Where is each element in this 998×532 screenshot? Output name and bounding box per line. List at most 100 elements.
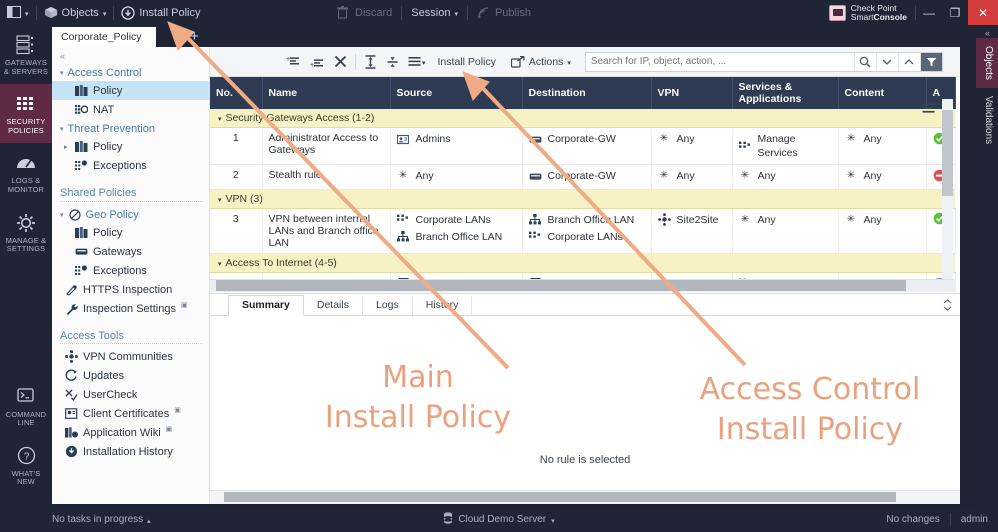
table-section-row[interactable]: ▾ Access To Internet (4-5): [210, 253, 955, 273]
sidebar-label-whats-new: WHAT'S NEW: [11, 468, 41, 487]
svg-text:?: ?: [23, 452, 29, 463]
tree-item-installation-history[interactable]: Installation History: [52, 442, 209, 461]
discard-button[interactable]: Discard: [330, 0, 399, 25]
database-icon: [443, 512, 453, 527]
table-row[interactable]: 2 Stealth rule ✳ Any Corporate-GW ✳ Any ✳ A…: [210, 164, 956, 190]
column-header-no[interactable]: No.: [210, 77, 263, 109]
delete-rule-button[interactable]: [330, 51, 351, 73]
tree-group-threat-prevention[interactable]: ▾ Threat Prevention: [52, 119, 209, 137]
add-tab-button[interactable]: +: [190, 28, 199, 45]
column-header-services-applications[interactable]: Services & Applications: [732, 77, 839, 109]
objects-menu-button[interactable]: Objects ▾: [37, 0, 114, 25]
tab-history[interactable]: History: [413, 296, 473, 315]
search-input[interactable]: [585, 52, 854, 71]
tab-details[interactable]: Details: [304, 296, 363, 315]
sidebar-item-logs-monitor[interactable]: LOGS & MONITOR: [0, 143, 52, 202]
table-vertical-scrollbar-thumb[interactable]: [942, 110, 953, 196]
session-label: Session: [411, 6, 451, 19]
tree-collapse-button[interactable]: ‹‹: [52, 47, 209, 63]
tree-label-access-control-policy: Policy: [93, 84, 123, 97]
install-policy-icon: [121, 5, 135, 20]
tree-group-access-control[interactable]: ▾ Access Control: [52, 63, 209, 81]
section-collapse-icon[interactable]: ▾: [218, 197, 222, 204]
left-rail-bottom: COMMAND LINE ? WHAT'S NEW: [0, 377, 52, 495]
search-next-button[interactable]: [897, 52, 920, 71]
tree-item-application-wiki[interactable]: Application Wiki ▣: [52, 423, 209, 442]
column-header-source[interactable]: Source: [390, 77, 523, 109]
column-options-icon[interactable]: [922, 103, 936, 117]
tree-item-usercheck[interactable]: UserCheck: [52, 385, 209, 404]
search-button[interactable]: [853, 52, 876, 71]
tree-item-geo-policy-exceptions[interactable]: Exceptions: [52, 261, 209, 280]
tab-corporate-policy[interactable]: Corporate_Policy: [52, 27, 156, 47]
sidebar-item-command-line[interactable]: COMMAND LINE: [0, 377, 52, 436]
minimize-button[interactable]: —: [916, 0, 942, 25]
collapse-all-button[interactable]: [382, 51, 403, 73]
status-server[interactable]: Cloud Demo Server ▾: [0, 512, 998, 527]
tree-item-geo-policy-gateways[interactable]: Gateways: [52, 242, 209, 261]
sidebar-item-whats-new[interactable]: ? WHAT'S NEW: [0, 436, 52, 495]
main-horizontal-scrollbar-thumb[interactable]: [224, 492, 896, 502]
publish-button[interactable]: Publish: [470, 0, 538, 25]
objects-menu-caret: ▾: [102, 10, 107, 18]
discard-label: Discard: [355, 6, 393, 19]
table-horizontal-scrollbar-thumb[interactable]: [216, 280, 906, 291]
tree-item-https-inspection[interactable]: HTTPS Inspection: [52, 280, 209, 299]
nat-icon: [74, 103, 88, 116]
cell-source-label-2: Branch Office LAN: [415, 230, 503, 243]
column-header-content[interactable]: Content: [838, 77, 927, 109]
tree-item-updates[interactable]: Updates: [52, 366, 209, 385]
pane-expand-button[interactable]: [943, 299, 960, 315]
chevron-right-icon[interactable]: ▸: [64, 143, 68, 151]
right-tab-objects[interactable]: Objects: [976, 38, 998, 88]
actions-button[interactable]: Actions ▾: [504, 51, 578, 73]
table-section-row[interactable]: ▾ VPN (3): [210, 189, 955, 209]
gateway-icon: [74, 245, 88, 258]
tab-logs[interactable]: Logs: [363, 296, 413, 315]
search-prev-button[interactable]: [875, 52, 898, 71]
search-filter-button[interactable]: [919, 52, 942, 71]
table-row[interactable]: 3 VPN between internal LANs and Branch o…: [210, 208, 956, 254]
add-rule-below-button[interactable]: +: [306, 51, 329, 73]
any-icon: ✳: [659, 133, 669, 144]
expand-all-button[interactable]: [360, 51, 381, 73]
tab-summary[interactable]: Summary: [228, 295, 304, 316]
table-row[interactable]: 1 Administrator Access to Gateways Admin…: [210, 127, 956, 165]
close-button[interactable]: ✕: [968, 0, 998, 25]
section-collapse-icon[interactable]: ▾: [218, 261, 222, 268]
restore-button[interactable]: ❐: [942, 0, 968, 25]
objects-cube-icon: [44, 6, 58, 20]
right-tab-validations[interactable]: Validations: [976, 88, 998, 152]
column-header-destination[interactable]: Destination: [522, 77, 652, 109]
tree-group-geo-policy[interactable]: ▾ Geo Policy: [52, 204, 209, 223]
product-logo: Check Point SmartConsole: [828, 3, 915, 22]
column-header-name[interactable]: Name: [262, 77, 391, 109]
tree-item-inspection-settings[interactable]: Inspection Settings ▣: [52, 299, 209, 318]
sidebar-label-security-policies: SECURITY POLICIES: [6, 117, 46, 135]
sidebar-item-manage-settings[interactable]: MANAGE & SETTINGS: [0, 203, 52, 262]
window-layout-button[interactable]: ▾: [0, 0, 36, 25]
sidebar-item-gateways-servers[interactable]: GATEWAYS & SERVERS: [0, 25, 52, 84]
tree-item-geo-policy-policy[interactable]: Policy: [52, 223, 209, 242]
cell-destination-label: Corporate-GW: [547, 133, 616, 145]
table-section-row[interactable]: ▾ Security Gateways Access (1-2): [210, 109, 955, 128]
sidebar-item-security-policies[interactable]: SECURITY POLICIES: [0, 84, 52, 144]
section-title: VPN (3): [225, 192, 263, 205]
install-policy-menu-button[interactable]: Install Policy: [114, 0, 207, 25]
tree-item-client-certificates[interactable]: Client Certificates ▣: [52, 404, 209, 423]
tree-item-vpn-communities[interactable]: VPN Communities: [52, 347, 209, 366]
section-collapse-icon[interactable]: ▾: [218, 116, 222, 123]
add-rule-above-button[interactable]: +: [282, 51, 305, 73]
rule-options-button[interactable]: ▾: [404, 51, 430, 73]
section-header-vpn[interactable]: ▾ VPN (3): [210, 189, 955, 209]
tree-item-access-control-nat[interactable]: NAT: [52, 100, 209, 119]
tree-item-threat-prevention-exceptions[interactable]: Exceptions: [52, 156, 209, 175]
section-header-access-to-internet[interactable]: ▾ Access To Internet (4-5): [210, 253, 955, 273]
column-header-vpn[interactable]: VPN: [651, 77, 733, 109]
session-menu-button[interactable]: Session ▾: [404, 0, 465, 25]
section-header-security-gateways-access[interactable]: ▾ Security Gateways Access (1-2): [210, 109, 955, 128]
install-policy-toolbar-button[interactable]: Install Policy: [431, 51, 503, 73]
tree-item-threat-prevention-policy[interactable]: ▸ Policy: [52, 137, 209, 156]
right-rail-collapse-button[interactable]: ‹‹: [976, 25, 998, 38]
tree-item-access-control-policy[interactable]: Policy: [52, 81, 209, 100]
